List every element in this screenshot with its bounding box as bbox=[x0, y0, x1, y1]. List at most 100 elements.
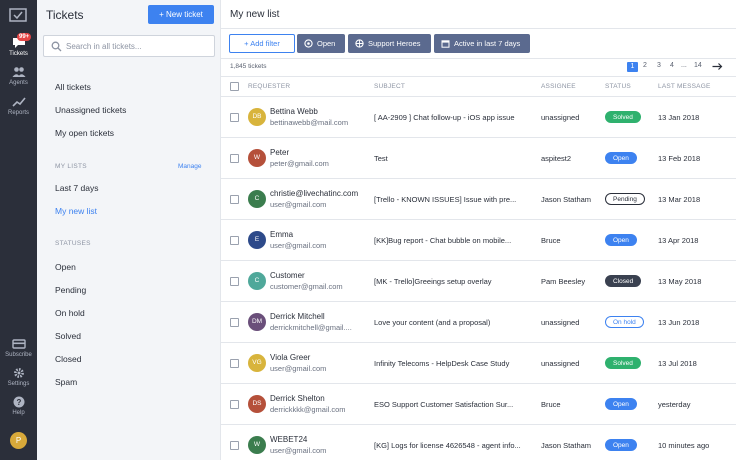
app-logo-icon[interactable] bbox=[9, 8, 27, 22]
search-icon bbox=[51, 41, 62, 52]
calendar-icon bbox=[441, 40, 450, 48]
rail-reports[interactable]: Reports bbox=[0, 96, 37, 116]
requester-email: derrickkkk@gmail.com bbox=[270, 405, 346, 414]
ticket-subject[interactable]: Love your content (and a proposal) bbox=[374, 318, 532, 327]
column-requester[interactable]: REQUESTER bbox=[248, 83, 290, 90]
search-input[interactable] bbox=[66, 39, 211, 54]
requester-avatar: VG bbox=[248, 354, 266, 372]
filter-chip-open[interactable]: Open bbox=[297, 34, 345, 53]
rail-help[interactable]: ? Help bbox=[0, 396, 37, 416]
gear-icon bbox=[13, 368, 24, 378]
requester-avatar: E bbox=[248, 231, 266, 249]
svg-text:?: ? bbox=[16, 398, 21, 407]
last-message-time: 13 Jul 2018 bbox=[658, 359, 697, 368]
ticket-assignee: unassigned bbox=[541, 359, 580, 368]
new-ticket-button[interactable]: + New ticket bbox=[148, 5, 214, 24]
manage-lists-link[interactable]: Manage bbox=[178, 163, 202, 170]
ticket-subject[interactable]: ESO Support Customer Satisfaction Sur... bbox=[374, 400, 532, 409]
page-3-button[interactable]: 3 bbox=[657, 62, 661, 69]
status-solved[interactable]: Solved bbox=[55, 331, 81, 341]
requester-name: Peter bbox=[270, 148, 290, 157]
filter-chip-support-heroes[interactable]: Support Heroes bbox=[348, 34, 431, 53]
table-row[interactable]: DB Bettina Webb bettinawebb@mail.com [ AA-2… bbox=[221, 97, 736, 138]
last-message-time: 13 Jan 2018 bbox=[658, 113, 700, 122]
last-message-time: yesterday bbox=[658, 400, 691, 409]
column-assignee[interactable]: ASSIGNEE bbox=[541, 83, 576, 90]
ticket-subject[interactable]: [ AA-2909 ] Chat follow-up - iOS app iss… bbox=[374, 113, 532, 122]
table-row[interactable]: W WEBET24 user@gmail.com [KG] Logs for lice… bbox=[221, 425, 736, 460]
table-row[interactable]: C Customer customer@gmail.com [MK - Trello]… bbox=[221, 261, 736, 302]
rail-settings[interactable]: Settings bbox=[0, 367, 37, 387]
ticket-subject[interactable]: [KK]Bug report - Chat bubble on mobile..… bbox=[374, 236, 532, 245]
requester-email: user@gmail.com bbox=[270, 241, 327, 250]
my-lists-heading: MY LISTS bbox=[55, 163, 87, 170]
page-2-button[interactable]: 2 bbox=[643, 62, 647, 69]
requester-avatar: DS bbox=[248, 395, 266, 413]
status-closed[interactable]: Closed bbox=[55, 354, 81, 364]
ticket-subject[interactable]: [KG] Logs for license 4626548 - agent in… bbox=[374, 441, 532, 450]
view-my-open-tickets[interactable]: My open tickets bbox=[55, 128, 114, 138]
status-badge: Solved bbox=[605, 357, 641, 369]
users-icon bbox=[12, 67, 25, 77]
column-status[interactable]: STATUS bbox=[605, 83, 631, 90]
next-page-arrow-icon[interactable] bbox=[712, 62, 723, 71]
list-my-new-list[interactable]: My new list bbox=[55, 206, 97, 216]
list-last-7-days[interactable]: Last 7 days bbox=[55, 183, 98, 193]
row-checkbox[interactable] bbox=[230, 441, 239, 450]
search-box[interactable] bbox=[43, 35, 215, 57]
column-last-message[interactable]: LAST MESSAGE bbox=[658, 83, 711, 90]
page-14-button[interactable]: 14 bbox=[694, 62, 702, 69]
ticket-subject[interactable]: [Trello - KNOWN ISSUES] Issue with pre..… bbox=[374, 195, 532, 204]
requester-email: user@gmail.com bbox=[270, 364, 327, 373]
status-badge: Solved bbox=[605, 111, 641, 123]
status-filter-icon bbox=[304, 39, 313, 48]
ticket-subject[interactable]: Test bbox=[374, 154, 532, 163]
select-all-checkbox[interactable] bbox=[230, 82, 239, 91]
row-checkbox[interactable] bbox=[230, 359, 239, 368]
status-on-hold[interactable]: On hold bbox=[55, 308, 85, 318]
requester-email: bettinawebb@mail.com bbox=[270, 118, 349, 127]
status-badge: Pending bbox=[605, 193, 645, 205]
requester-name: Customer bbox=[270, 271, 305, 280]
add-filter-button[interactable]: + Add filter bbox=[229, 34, 295, 53]
requester-name: Viola Greer bbox=[270, 353, 311, 362]
table-row[interactable]: Cchristie@livechatinc.com user@gmail.com [… bbox=[221, 179, 736, 220]
requester-name: christie@livechatinc.com bbox=[270, 189, 359, 198]
user-avatar[interactable]: P bbox=[10, 432, 27, 449]
status-pending[interactable]: Pending bbox=[55, 285, 86, 295]
rail-agents-label: Agents bbox=[9, 80, 28, 86]
row-checkbox[interactable] bbox=[230, 113, 239, 122]
divider bbox=[221, 28, 736, 29]
table-row[interactable]: DM Derrick Mitchell derrickmitchell@gmail.… bbox=[221, 302, 736, 343]
requester-name: Bettina Webb bbox=[270, 107, 318, 116]
row-checkbox[interactable] bbox=[230, 154, 239, 163]
page-1-button[interactable]: 1 bbox=[627, 62, 638, 72]
column-subject[interactable]: SUBJECT bbox=[374, 83, 405, 90]
row-checkbox[interactable] bbox=[230, 318, 239, 327]
view-all-tickets[interactable]: All tickets bbox=[55, 82, 91, 92]
status-badge: Open bbox=[605, 152, 637, 164]
row-checkbox[interactable] bbox=[230, 277, 239, 286]
row-checkbox[interactable] bbox=[230, 195, 239, 204]
row-checkbox[interactable] bbox=[230, 400, 239, 409]
ticket-subject[interactable]: Infinity Telecoms - HelpDesk Case Study bbox=[374, 359, 532, 368]
tickets-badge: 99+ bbox=[17, 33, 32, 41]
ticket-assignee: aspitest2 bbox=[541, 154, 572, 163]
page-4-button[interactable]: 4 bbox=[670, 62, 674, 69]
status-spam[interactable]: Spam bbox=[55, 377, 77, 387]
divider bbox=[221, 76, 736, 77]
table-row[interactable]: VG Viola Greer user@gmail.com Infinity Tele… bbox=[221, 343, 736, 384]
ticket-subject[interactable]: [MK - Trello]Greeings setup overlay bbox=[374, 277, 532, 286]
rail-tickets[interactable]: 99+ Tickets bbox=[0, 33, 37, 57]
row-checkbox[interactable] bbox=[230, 236, 239, 245]
rail-subscribe[interactable]: Subscribe bbox=[0, 338, 37, 358]
view-unassigned-tickets[interactable]: Unassigned tickets bbox=[55, 105, 126, 115]
filter-chip-active-last-7-days[interactable]: Active in last 7 days bbox=[434, 34, 530, 53]
rail-agents[interactable]: Agents bbox=[0, 66, 37, 86]
status-open[interactable]: Open bbox=[55, 262, 76, 272]
table-row[interactable]: DS Derrick Shelton derrickkkk@gmail.com ESO… bbox=[221, 384, 736, 425]
table-row[interactable]: E Emma user@gmail.com [KK]Bug report - Chat… bbox=[221, 220, 736, 261]
requester-avatar: C bbox=[248, 272, 266, 290]
credit-card-icon bbox=[11, 339, 26, 349]
table-row[interactable]: W Peter peter@gmail.com Test aspitest2 Open 13… bbox=[221, 138, 736, 179]
